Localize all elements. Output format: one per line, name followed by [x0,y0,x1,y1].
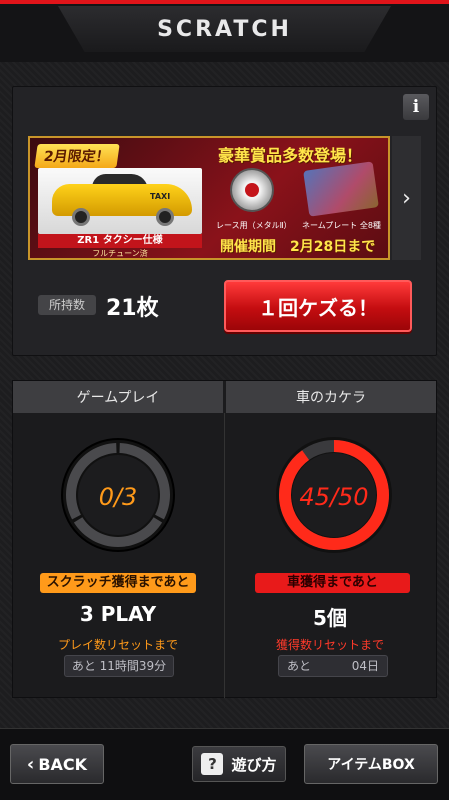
car-reset-value: 04日 [351,659,379,673]
banner-car-sub: フルチューン済 [92,249,148,258]
car-fragment-gauge-text: 45/50 [299,483,368,511]
prize-meter-icon [230,168,274,212]
banner-car-name: ZR1 タクシー仕様 [38,234,202,248]
how-to-play-label: 遊び方 [231,755,277,774]
question-icon: ? [201,753,224,775]
owned-count-label: 所持数 [38,295,96,315]
how-to-play-button[interactable]: ? 遊び方 [192,746,286,782]
back-label: BACK [38,754,88,774]
prize1-caption: レース用（メタルⅡ） [216,221,292,230]
header-accent-line [0,0,449,4]
gameplay-reset-timer: あと 11時間39分 [64,655,174,677]
campaign-banner[interactable]: 2月限定！ TAXI ZR1 タクシー仕様 フルチューン済 豪華賞品多数登場！ … [28,136,390,260]
gameplay-gauge: 0/3 [61,438,175,552]
gameplay-reset-label: プレイ数リセットまで [57,638,178,652]
title-plate: SCRATCH [58,6,391,52]
car-remaining-badge: 車獲得まであと [255,573,410,593]
car-reset-timer: あと 04日 [278,655,388,677]
owned-count-value: 21枚 [106,296,159,321]
scratch-once-button[interactable]: １回ケズる！ [224,280,412,332]
car-fragment-gauge: 45/50 [276,437,392,553]
car-fragment-panel-header: 車のカケラ [226,381,436,413]
banner-headline: 豪華賞品多数登場！ [218,146,363,165]
car-remaining-value: 5個 [313,606,347,630]
gameplay-gauge-text: 0/3 [99,483,138,511]
prize-nameplate-icon [303,161,379,217]
car-wheel-front [72,208,90,226]
gameplay-remaining-badge: スクラッチ獲得まであと [40,573,196,593]
page-title: SCRATCH [157,16,292,42]
back-button[interactable]: ‹ BACK [10,744,104,784]
car-image: TAXI [38,168,202,234]
item-box-button[interactable]: アイテムBOX [304,744,438,784]
prize2-caption: ネームプレート 全8種 [302,221,381,230]
banner-tag: 2月限定！ [34,144,120,168]
gameplay-panel-header: ゲームプレイ [13,381,223,413]
panel-divider [224,413,225,698]
gameplay-remaining-value: 3 PLAY [79,602,157,626]
car-reset-prefix: あと [287,659,312,673]
chevron-right-icon: › [402,185,411,211]
car-wheel-rear [156,208,174,226]
car-reset-label: 獲得数リセットまで [275,638,384,652]
banner-period: 開催期間 2月28日まで [220,239,376,255]
chevron-left-icon: ‹ [26,753,35,775]
info-button[interactable]: i [403,94,429,120]
taxi-sign: TAXI [150,192,171,201]
banner-next-button[interactable]: › [392,136,421,260]
